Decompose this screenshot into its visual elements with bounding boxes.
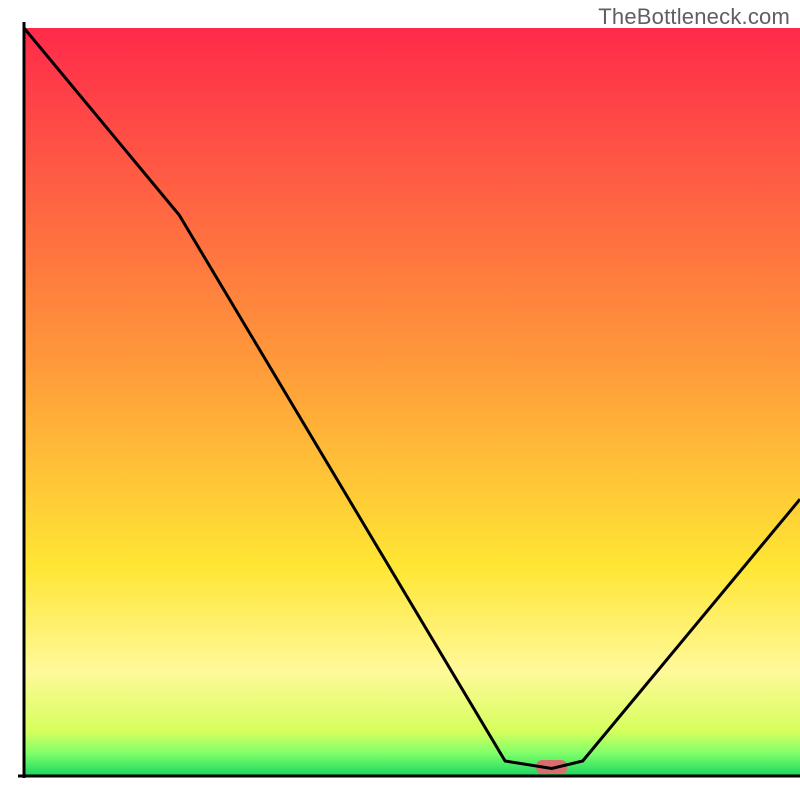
watermark-text: TheBottleneck.com (598, 4, 790, 30)
gradient-background (24, 28, 800, 776)
chart-container: { "watermark": "TheBottleneck.com", "cha… (0, 0, 800, 800)
bottleneck-chart (0, 0, 800, 800)
